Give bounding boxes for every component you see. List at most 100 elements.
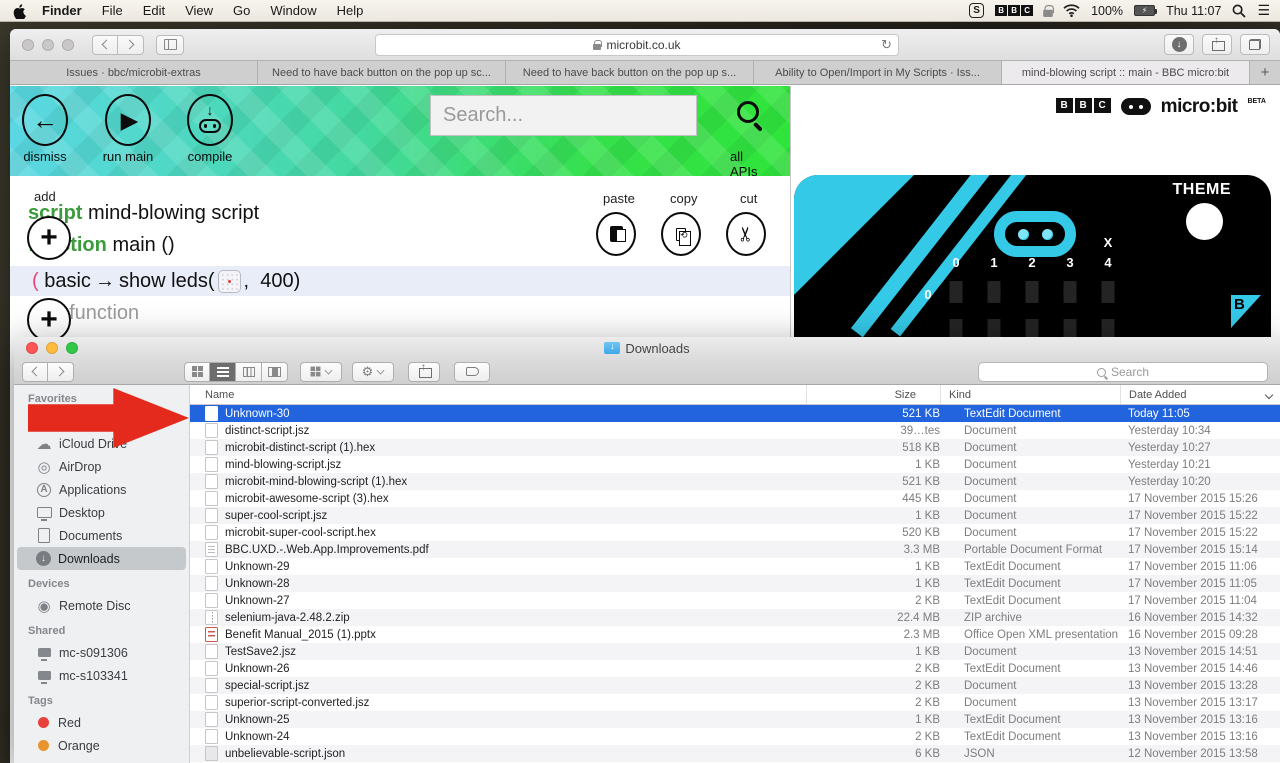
sidebar-item-desktop[interactable]: Desktop [14,501,189,524]
finder-forward-button[interactable] [48,362,74,382]
led-1-0[interactable] [988,281,1001,303]
file-row[interactable]: superior-script-converted.jsz2 KBDocumen… [190,694,1280,711]
menu-item-window[interactable]: Window [260,0,326,22]
code-statement-line[interactable]: ( basic→show leds(, 400) [10,266,790,296]
apple-menu-icon[interactable] [12,4,26,18]
reload-icon[interactable]: ↻ [881,37,892,53]
theme-toggle-button[interactable] [1186,203,1223,240]
battery-icon[interactable]: ⚡ [1134,5,1155,16]
add-statement-button[interactable]: + [27,216,71,260]
browser-sidebar-button[interactable] [156,35,184,55]
lock-status-icon[interactable] [1043,5,1053,17]
sidebar-item-mc-s091306[interactable]: mc-s091306 [14,641,189,664]
file-row[interactable]: TestSave2.jsz1 KBDocument13 November 201… [190,643,1280,660]
sidebar-item-remote-disc[interactable]: Remote Disc [14,594,189,617]
code-arg[interactable]: 400) [260,270,300,293]
file-row[interactable]: Unknown-30521 KBTextEdit DocumentToday 1… [190,405,1280,422]
file-row[interactable]: microbit-awesome-script (3).hex445 KBDoc… [190,490,1280,507]
new-tab-button[interactable]: + [1250,61,1280,84]
copy-button[interactable] [661,212,701,256]
code-method[interactable]: show leds( [119,270,215,293]
led-0-0[interactable] [950,281,963,303]
paste-button[interactable] [596,212,636,256]
api-search-input[interactable]: Search... [430,95,697,136]
led-2-0[interactable] [1026,281,1039,303]
file-row[interactable]: mind-blowing-script.jsz1 KBDocumentYeste… [190,456,1280,473]
downloads-indicator-button[interactable]: ↓ [1164,34,1194,55]
coverflow-view-button[interactable] [262,362,288,382]
antivirus-shield-icon[interactable]: S [969,3,984,18]
file-row[interactable]: special-script.jsz2 KBDocument13 Novembe… [190,677,1280,694]
arrange-menu-button[interactable] [300,362,342,382]
sidebar-item-red[interactable]: Red [14,711,189,734]
sidebar-item-icloud-drive[interactable]: iCloud Drive [14,432,189,455]
menu-item-help[interactable]: Help [327,0,374,22]
led-4-0[interactable] [1102,281,1115,303]
file-row[interactable]: Unknown-262 KBTextEdit Document13 Novemb… [190,660,1280,677]
all-apis-button[interactable] [737,101,759,128]
file-row[interactable]: Unknown-242 KBTextEdit Document13 Novemb… [190,728,1280,745]
compile-button[interactable]: ↓ [187,94,233,146]
add-statement-button-2[interactable]: + [27,298,71,342]
icon-view-button[interactable] [184,362,210,382]
column-header-kind[interactable]: Kind [940,385,1120,404]
notification-center-icon[interactable]: ☰ [1257,2,1270,19]
cut-button[interactable]: ✂ [726,212,766,256]
sidebar-item-airdrop[interactable]: AirDrop [14,455,189,478]
tab-back-button-2[interactable]: Need to have back button on the pop up s… [506,61,754,84]
minimize-window-button[interactable] [42,39,54,51]
file-row[interactable]: selenium-java-2.48.2.zip22.4 MBZIP archi… [190,609,1280,626]
finder-back-button[interactable] [22,362,48,382]
address-bar[interactable]: microbit.co.uk ↻ [375,34,899,56]
menu-item-file[interactable]: File [92,0,133,22]
column-header-size[interactable]: Size [806,385,916,404]
file-row[interactable]: Benefit Manual_2015 (1).pptx2.3 MBOffice… [190,626,1280,643]
menu-item-go[interactable]: Go [223,0,260,22]
tab-open-import[interactable]: Ability to Open/Import in My Scripts · I… [754,61,1002,84]
spotlight-icon[interactable] [1232,4,1246,18]
column-header-name[interactable]: Name [205,389,806,401]
sidebar-item-downloads[interactable]: Downloads [17,547,186,570]
file-row[interactable]: Unknown-251 KBTextEdit Document13 Novemb… [190,711,1280,728]
run-main-button[interactable]: ▶ [105,94,151,146]
led-grid-icon[interactable] [218,270,241,293]
menu-item-view[interactable]: View [175,0,223,22]
sidebar-item-documents[interactable]: Documents [14,524,189,547]
file-row[interactable]: microbit-super-cool-script.hex520 KBDocu… [190,524,1280,541]
share-button[interactable] [1202,34,1232,55]
file-row[interactable]: Unknown-272 KBTextEdit Document17 Novemb… [190,592,1280,609]
finder-search-input[interactable]: Search [978,362,1268,382]
tab-overview-button[interactable] [1240,34,1270,55]
action-menu-button[interactable]: ⚙ [352,362,394,382]
dismiss-button[interactable]: ← [22,94,68,146]
column-view-button[interactable] [236,362,262,382]
file-row[interactable]: Unknown-291 KBTextEdit Document17 Novemb… [190,558,1280,575]
led-3-0[interactable] [1064,281,1077,303]
list-view-button[interactable] [210,362,236,382]
script-name[interactable]: mind-blowing script [88,202,259,224]
tab-mind-blowing-script[interactable]: mind-blowing script :: main - BBC micro:… [1002,61,1250,84]
column-header-date-added[interactable]: Date Added [1120,385,1280,404]
file-row[interactable]: Unknown-281 KBTextEdit Document17 Novemb… [190,575,1280,592]
file-row[interactable]: distinct-script.jsz39…tesDocumentYesterd… [190,422,1280,439]
menu-clock[interactable]: Thu 11:07 [1166,4,1221,18]
sidebar-item-orange[interactable]: Orange [14,734,189,757]
zoom-window-button[interactable] [62,39,74,51]
tab-back-button-1[interactable]: Need to have back button on the pop up s… [258,61,506,84]
code-object[interactable]: basic [44,270,91,293]
tab-issues[interactable]: Issues · bbc/microbit-extras [10,61,258,84]
file-row[interactable]: unbelievable-script.json6 KBJSON12 Novem… [190,745,1280,762]
wifi-icon[interactable] [1063,4,1080,17]
finder-share-button[interactable] [408,362,440,382]
bbc-menu-icon[interactable]: BBC [995,5,1033,16]
sidebar-item-applications[interactable]: Applications [14,478,189,501]
sidebar-item-mc-s103341[interactable]: mc-s103341 [14,664,189,687]
close-window-button[interactable] [22,39,34,51]
file-row[interactable]: BBC.UXD.-.Web.App.Improvements.pdf3.3 MB… [190,541,1280,558]
function-signature[interactable]: main () [112,234,174,256]
file-row[interactable]: microbit-mind-blowing-script (1).hex521 … [190,473,1280,490]
menu-app-name[interactable]: Finder [32,0,92,22]
menu-item-edit[interactable]: Edit [133,0,175,22]
file-row[interactable]: super-cool-script.jsz1 KBDocument17 Nove… [190,507,1280,524]
finder-titlebar[interactable]: Downloads [14,337,1280,359]
